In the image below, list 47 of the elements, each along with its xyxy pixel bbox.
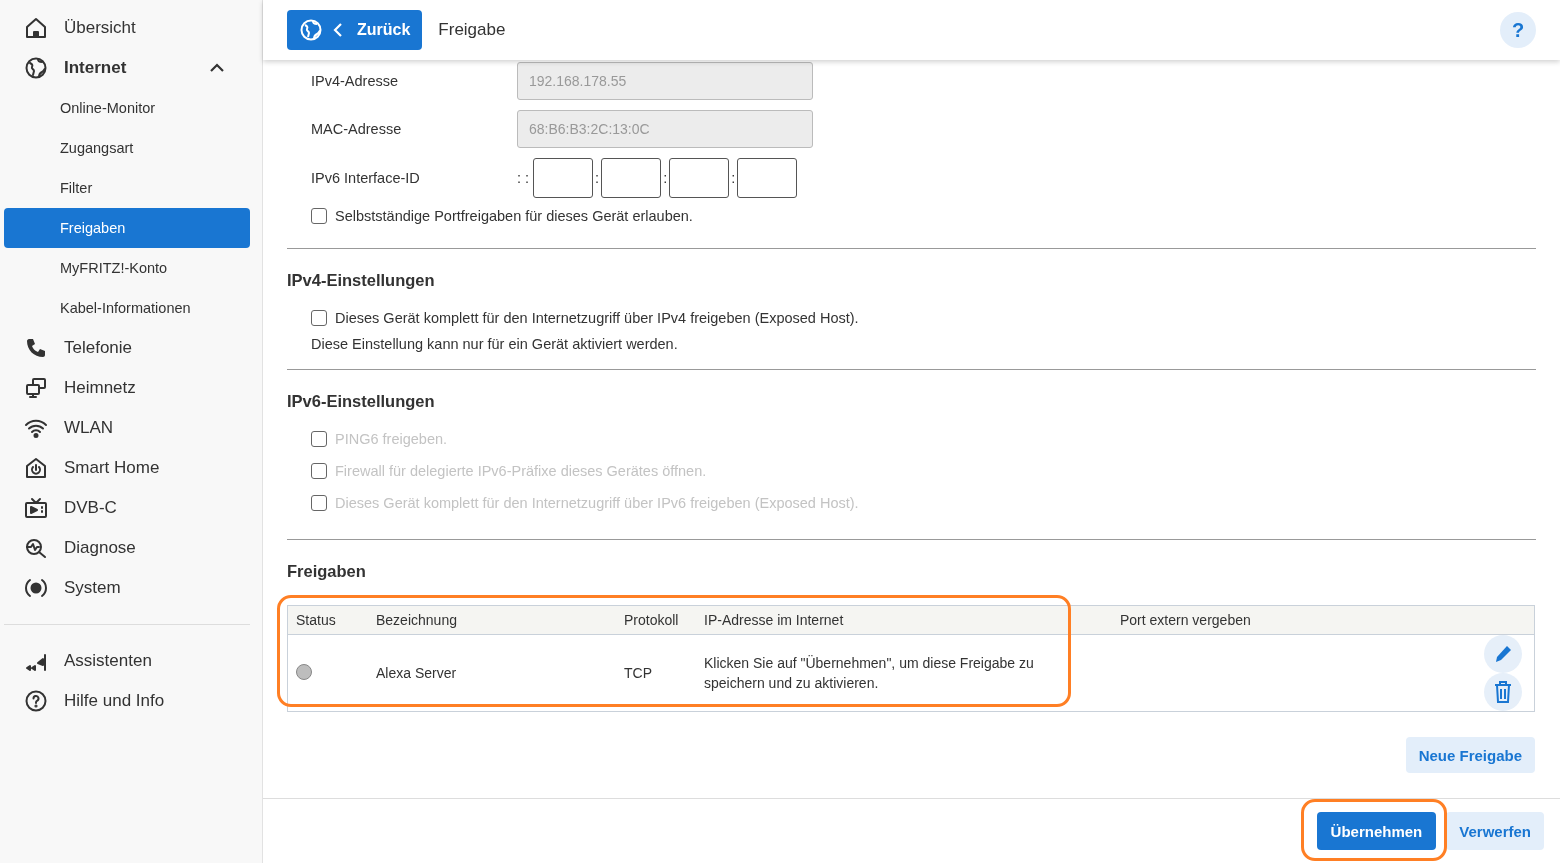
sidebar-subitem[interactable]: Filter <box>4 168 250 208</box>
table-cell: Alexa Server <box>368 634 616 712</box>
section-title: IPv4-Einstellungen <box>287 271 436 290</box>
column-header: Protokoll <box>616 605 696 635</box>
sidebar-item[interactable]: DVB-C <box>4 488 250 528</box>
column-header: Port extern vergeben <box>1056 605 1428 635</box>
sidebar-subitem[interactable]: Zugangsart <box>4 128 250 168</box>
sidebar-item[interactable]: Übersicht <box>4 8 250 48</box>
field-label: MAC-Adresse <box>311 121 403 137</box>
section-title: Freigaben <box>287 562 367 581</box>
checkbox-label: Firewall für delegierte IPv6-Präfixe dieses Gerätes öffnen. <box>335 463 707 479</box>
column-header: Bezeichnung <box>368 605 616 635</box>
table-cell: TCP <box>616 634 696 712</box>
checkbox-label: Dieses Gerät komplett für den Internetzugriff über IPv4 freigeben (Exposed Host). <box>335 310 859 326</box>
table-cell: Klicken Sie auf "Übernehmen", um diese Freigabe zu speichern und zu aktivieren. <box>696 634 1056 712</box>
column-header: IP-Adresse im Internet <box>696 605 1056 635</box>
sidebar-item[interactable]: Heimnetz <box>4 368 250 408</box>
checkbox-label: Selbstständige Portfreigaben für dieses Gerät erlauben. <box>335 208 693 224</box>
sidebar-item[interactable]: Diagnose <box>4 528 250 568</box>
sidebar-item[interactable]: System <box>4 568 250 608</box>
sidebar-subitem[interactable]: Kabel-Informationen <box>4 288 250 328</box>
sidebar-item[interactable]: Telefonie <box>4 328 250 368</box>
sidebar-item[interactable]: Hilfe und Info <box>4 681 250 721</box>
sidebar-item[interactable]: Assistenten <box>4 641 250 681</box>
discard-button[interactable]: Verwerfen <box>1446 812 1544 850</box>
sidebar-subitem[interactable]: Online-Monitor <box>4 88 250 128</box>
checkbox-label: PING6 freigeben. <box>335 431 448 447</box>
page-title: Freigabe <box>438 20 507 40</box>
sidebar-item[interactable]: WLAN <box>4 408 250 448</box>
help-button[interactable]: ? <box>1500 12 1536 48</box>
sidebar-subitem[interactable]: MyFRITZ!-Konto <box>4 248 250 288</box>
separator-text: : <box>663 170 668 186</box>
separator-text: : <box>595 170 600 186</box>
column-header: Status <box>287 605 368 635</box>
sidebar-item[interactable]: Smart Home <box>4 448 250 488</box>
sidebar-subitem[interactable]: Freigaben <box>4 208 250 248</box>
section-title: IPv6-Einstellungen <box>287 392 436 411</box>
field-label: IPv4-Adresse <box>311 73 400 89</box>
separator-text: : : <box>517 170 530 186</box>
field-label: IPv6 Interface-ID <box>311 170 421 186</box>
note-text: Diese Einstellung kann nur für ein Gerät aktiviert werden. <box>310 336 679 352</box>
sidebar-item[interactable]: Internet <box>4 48 250 88</box>
checkbox-label: Dieses Gerät komplett für den Internetzugriff über IPv6 freigeben (Exposed Host). <box>335 495 859 511</box>
apply-button[interactable]: Übernehmen <box>1316 812 1437 850</box>
back-button[interactable]: Zurück <box>287 10 423 50</box>
separator-text: : <box>731 170 736 186</box>
new-share-button[interactable]: Neue Freigabe <box>1405 737 1535 773</box>
